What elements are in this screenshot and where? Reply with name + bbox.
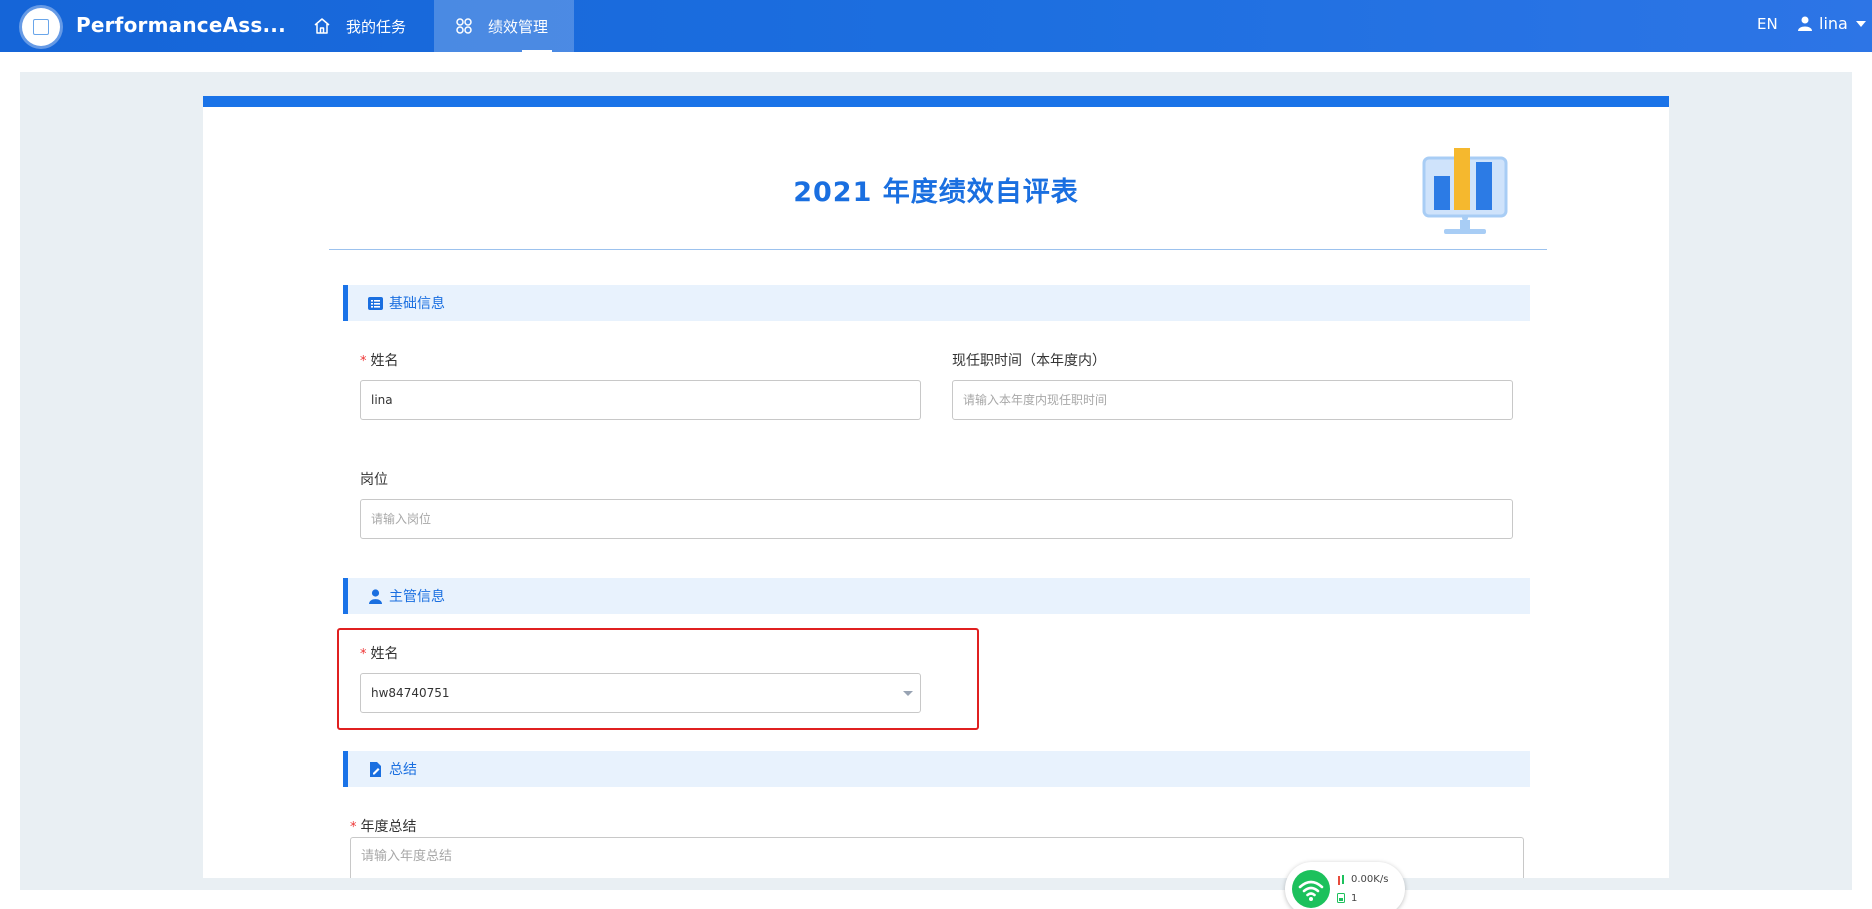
document-edit-icon xyxy=(370,761,381,777)
title-divider xyxy=(329,249,1547,250)
label-text: 姓名 xyxy=(370,353,399,369)
wifi-icon xyxy=(1292,870,1330,908)
section-title: 基础信息 xyxy=(389,296,445,312)
app-logo[interactable] xyxy=(22,8,60,46)
chevron-down-icon xyxy=(1855,20,1866,27)
tenure-label: 现任职时间（本年度内） xyxy=(952,353,1106,369)
name-label: * 姓名 xyxy=(360,350,399,370)
network-speed-widget[interactable]: 0.00K/s 1 xyxy=(1285,862,1405,909)
employee-name-input[interactable]: lina xyxy=(360,380,921,420)
app-title[interactable]: PerformanceAss... xyxy=(76,13,286,37)
label-text: 年度总结 xyxy=(360,819,417,835)
card-accent-bar xyxy=(203,96,1669,107)
user-icon xyxy=(1798,16,1812,31)
active-tab-indicator xyxy=(522,50,552,52)
required-marker: * xyxy=(360,354,367,369)
nav-label: 绩效管理 xyxy=(488,17,549,36)
device-icon xyxy=(1337,893,1345,903)
language-switch[interactable]: EN xyxy=(1757,15,1778,33)
tenure-input[interactable]: 请输入本年度内现任职时间 xyxy=(952,380,1513,420)
section-manager-info: 主管信息 xyxy=(343,578,1530,614)
position-label: 岗位 xyxy=(360,472,388,488)
highlight-annotation-box xyxy=(337,628,979,730)
connection-count: 1 xyxy=(1351,893,1358,904)
top-nav-bar: PerformanceAss... 我的任务 绩效管理 EN lina xyxy=(0,0,1872,52)
list-icon xyxy=(368,296,383,310)
home-icon xyxy=(314,18,330,34)
network-speed: 0.00K/s xyxy=(1351,874,1389,885)
apps-icon xyxy=(456,18,472,34)
section-summary: 总结 xyxy=(343,751,1530,787)
up-down-arrows-icon xyxy=(1338,875,1344,885)
section-title: 主管信息 xyxy=(389,589,445,605)
nav-item-my-tasks[interactable]: 我的任务 xyxy=(312,0,422,52)
nav-item-performance-management[interactable]: 绩效管理 xyxy=(434,0,574,52)
monitor-chart-icon xyxy=(1422,148,1508,234)
annual-summary-label: * 年度总结 xyxy=(350,816,417,836)
chart-icon xyxy=(33,19,49,35)
section-basic-info: 基础信息 xyxy=(343,285,1530,321)
user-icon xyxy=(369,588,382,604)
nav-label: 我的任务 xyxy=(346,17,407,36)
username: lina xyxy=(1819,14,1848,33)
section-title: 总结 xyxy=(389,762,417,778)
user-menu[interactable]: lina xyxy=(1798,14,1866,33)
form-card: 2021 年度绩效自评表 基础信息 * 姓名 lina 现任职时间（本年度内） 请… xyxy=(203,96,1669,878)
required-marker: * xyxy=(350,820,357,835)
position-input[interactable]: 请输入岗位 xyxy=(360,499,1513,539)
